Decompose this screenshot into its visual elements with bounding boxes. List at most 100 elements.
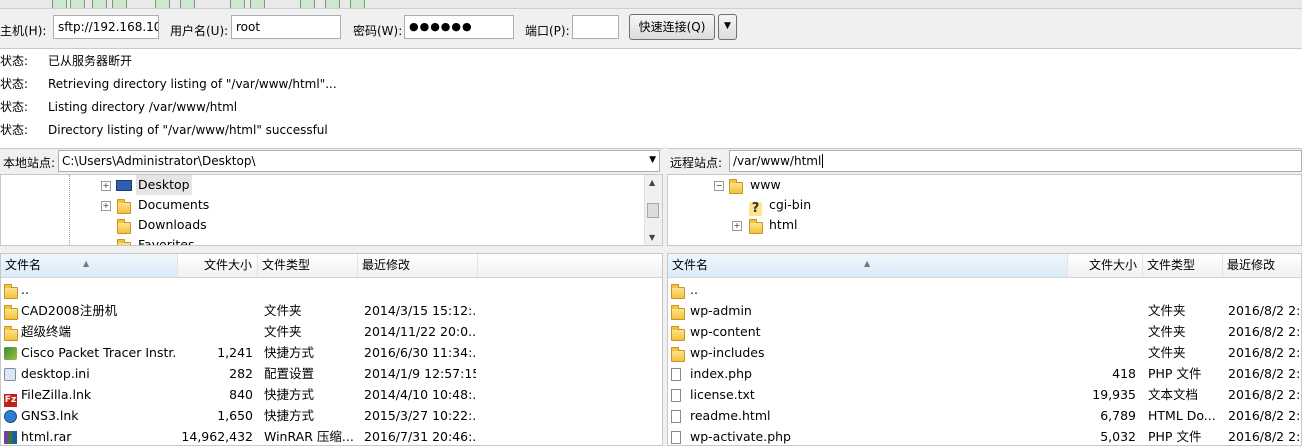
tree-item-downloads[interactable]: Downloads	[99, 215, 499, 235]
column-header-modified[interactable]: 最近修改	[1223, 254, 1301, 277]
file-modified: 2016/8/2 2:0	[1228, 429, 1302, 444]
toolbar-button-icon[interactable]	[112, 0, 127, 8]
file-row[interactable]: html.rar 14,962,432 WinRAR 压缩... 2016/7/31 …	[1, 426, 662, 445]
file-row[interactable]: wp-includes 文件夹 2016/8/2 2:0	[668, 342, 1301, 363]
file-name: ..	[21, 282, 29, 297]
file-row[interactable]: index.php 418 PHP 文件 2016/8/2 2:0	[668, 363, 1301, 384]
file-row[interactable]: 超级终端 文件夹 2014/11/22 20:0...	[1, 321, 662, 342]
column-header-modified[interactable]: 最近修改	[358, 254, 478, 277]
password-input[interactable]: ●●●●●●	[404, 15, 514, 39]
tree-item-label: cgi-bin	[769, 197, 812, 212]
tree-item-html[interactable]: + html	[732, 215, 1032, 235]
file-modified: 2014/1/9 12:57:15	[364, 366, 476, 381]
message-log[interactable]: 状态: 已从服务器断开 状态: Retrieving directory lis…	[0, 48, 1302, 149]
local-path-combobox[interactable]: C:\Users\Administrator\Desktop\ ▼	[58, 150, 660, 172]
remote-directory-tree[interactable]: − www ? cgi-bin + html	[667, 174, 1302, 246]
toolbar-button-icon[interactable]	[350, 0, 365, 8]
tree-item-label: Desktop	[136, 175, 192, 195]
file-row[interactable]: Fz FileZilla.lnk 840 快捷方式 2014/4/10 10:48:..…	[1, 384, 662, 407]
file-row[interactable]: desktop.ini 282 配置设置 2014/1/9 12:57:15	[1, 363, 662, 384]
file-size: 418	[1112, 366, 1136, 381]
column-header-filename[interactable]: 文件名 ▲	[668, 254, 1068, 277]
unknown-folder-icon: ?	[749, 202, 762, 216]
file-type: 快捷方式	[264, 408, 315, 423]
toolbar-button-icon[interactable]	[52, 0, 67, 8]
expand-icon[interactable]: +	[732, 221, 742, 231]
document-icon	[671, 430, 681, 445]
tree-item-cgi-bin[interactable]: ? cgi-bin	[732, 195, 1032, 216]
chevron-down-icon[interactable]: ▼	[649, 155, 656, 165]
file-size: 19,935	[1092, 387, 1136, 402]
tree-item-label: www	[750, 177, 781, 192]
file-row[interactable]: readme.html 6,789 HTML Do... 2016/8/2 2:0	[668, 405, 1301, 426]
tree-item-www[interactable]: − www	[712, 175, 1012, 195]
tree-item-favorites[interactable]: Favorites	[99, 235, 499, 245]
file-row[interactable]: wp-admin 文件夹 2016/8/2 2:0	[668, 300, 1301, 321]
file-type: PHP 文件	[1148, 366, 1202, 381]
remote-site-bar: 远程站点: /var/www/html	[667, 149, 1302, 173]
toolbar-button-icon[interactable]	[230, 0, 245, 8]
file-row[interactable]: ..	[668, 279, 1301, 300]
toolbar-button-icon[interactable]	[92, 0, 107, 8]
column-header-filesize[interactable]: 文件大小	[178, 254, 258, 277]
local-file-list[interactable]: 文件名 ▲ 文件大小 文件类型 最近修改 .. CAD2008注册机 文件夹 2014…	[0, 253, 663, 446]
local-directory-tree[interactable]: + Desktop + Documents Downloads Favorite…	[0, 174, 663, 246]
file-modified: 2016/8/2 2:0	[1228, 387, 1302, 402]
toolbar-button-icon[interactable]	[250, 0, 265, 8]
collapse-icon[interactable]: −	[714, 181, 724, 191]
tree-item-label: html	[769, 217, 798, 232]
file-name: ..	[690, 282, 698, 297]
file-type: 快捷方式	[264, 345, 315, 360]
toolbar-button-icon[interactable]	[70, 0, 85, 8]
sort-ascending-icon: ▲	[83, 259, 90, 268]
column-header-filetype[interactable]: 文件类型	[1143, 254, 1223, 277]
file-name: wp-admin	[690, 303, 752, 318]
port-input[interactable]	[572, 15, 619, 39]
toolbar-button-icon[interactable]	[325, 0, 340, 8]
column-header-filename[interactable]: 文件名 ▲	[1, 254, 178, 277]
file-row[interactable]: CAD2008注册机 文件夹 2014/3/15 15:12:...	[1, 300, 662, 321]
file-name: Cisco Packet Tracer Instr...	[21, 345, 176, 360]
file-row[interactable]: Cisco Packet Tracer Instr... 1,241 快捷方式 201…	[1, 342, 662, 363]
remote-file-list[interactable]: 文件名 ▲ 文件大小 文件类型 最近修改 .. wp-admin 文件夹 2016/8…	[667, 253, 1302, 446]
file-size: 6,789	[1100, 408, 1136, 423]
file-row[interactable]: GNS3.lnk 1,650 快捷方式 2015/3/27 10:22:...	[1, 405, 662, 426]
scroll-thumb[interactable]	[647, 203, 659, 218]
file-row[interactable]: wp-activate.php 5,032 PHP 文件 2016/8/2 2:0	[668, 426, 1302, 445]
password-label: 密码(W):	[353, 24, 403, 38]
folder-icon	[117, 199, 131, 214]
file-modified: 2016/8/2 2:0	[1228, 324, 1302, 339]
toolbar-button-icon[interactable]	[300, 0, 315, 8]
expand-icon[interactable]: +	[101, 201, 111, 211]
column-header-filetype[interactable]: 文件类型	[258, 254, 358, 277]
file-type: 文件夹	[1148, 303, 1186, 318]
expand-icon[interactable]: +	[101, 181, 111, 191]
local-file-list-header: 文件名 ▲ 文件大小 文件类型 最近修改	[1, 254, 662, 278]
file-type: WinRAR 压缩...	[264, 429, 354, 444]
folder-icon	[117, 239, 131, 245]
remote-path-input[interactable]: /var/www/html	[729, 150, 1302, 172]
file-row[interactable]: license.txt 19,935 文本文档 2016/8/2 2:0	[668, 384, 1301, 405]
scroll-up-icon[interactable]: ▲	[649, 178, 655, 187]
file-row[interactable]: ..	[1, 279, 662, 300]
tree-item-desktop[interactable]: + Desktop	[99, 175, 499, 195]
log-type: 状态:	[0, 54, 29, 68]
file-modified: 2016/8/2 2:0	[1228, 408, 1302, 423]
username-input[interactable]: root	[231, 15, 341, 39]
toolbar-button-icon[interactable]	[155, 0, 170, 8]
scroll-down-icon[interactable]: ▼	[649, 233, 655, 242]
quickconnect-button[interactable]: 快速连接(Q)	[629, 14, 715, 40]
folder-icon	[749, 219, 763, 234]
file-modified: 2016/7/31 20:46:...	[364, 429, 476, 444]
file-modified: 2016/6/30 11:34:...	[364, 345, 476, 360]
host-input[interactable]: sftp://192.168.100	[53, 15, 159, 39]
local-tree-scrollbar[interactable]: ▲ ▼	[644, 175, 662, 245]
quickconnect-history-dropdown[interactable]: ▼	[718, 14, 737, 40]
tree-item-documents[interactable]: + Documents	[99, 195, 499, 215]
toolbar-button-icon[interactable]	[180, 0, 195, 8]
column-header-filesize[interactable]: 文件大小	[1068, 254, 1143, 277]
file-size: 14,962,432	[181, 429, 253, 444]
file-row[interactable]: wp-content 文件夹 2016/8/2 2:0	[668, 321, 1301, 342]
file-modified: 2014/3/15 15:12:...	[364, 303, 476, 318]
file-modified: 2015/3/27 10:22:...	[364, 408, 476, 423]
